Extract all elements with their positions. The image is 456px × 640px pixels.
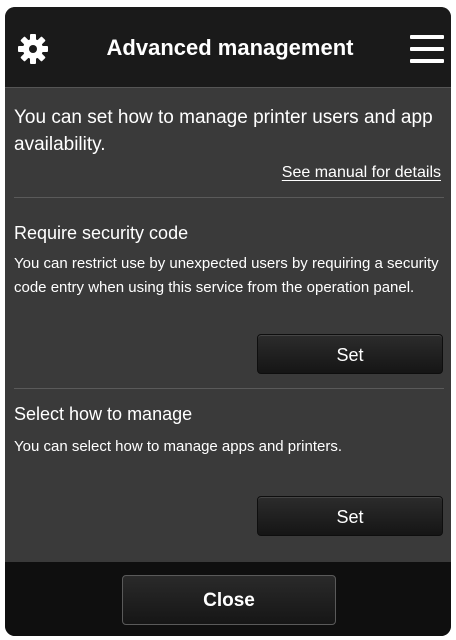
manage-method-description: You can select how to manage apps and pr… <box>14 438 342 455</box>
divider <box>14 388 444 389</box>
manage-method-set-button[interactable]: Set <box>257 496 443 536</box>
manage-method-title: Select how to manage <box>14 404 193 424</box>
security-code-description: You can restrict use by unexpected users… <box>14 255 439 296</box>
see-manual-link[interactable]: See manual for details <box>282 163 441 183</box>
security-code-set-button[interactable]: Set <box>257 334 443 374</box>
header-bar: Advanced management <box>5 7 451 88</box>
hamburger-menu-icon[interactable] <box>407 33 447 65</box>
security-code-title: Require security code <box>14 223 189 243</box>
divider <box>14 197 444 198</box>
advanced-management-screen: Advanced management You can set how to m… <box>5 7 451 636</box>
footer-bar: Close <box>5 562 451 636</box>
gear-icon[interactable] <box>15 31 51 67</box>
page-title: Advanced management <box>106 35 354 60</box>
intro-text: You can set how to manage printer users … <box>14 107 433 155</box>
close-button[interactable]: Close <box>122 575 336 625</box>
